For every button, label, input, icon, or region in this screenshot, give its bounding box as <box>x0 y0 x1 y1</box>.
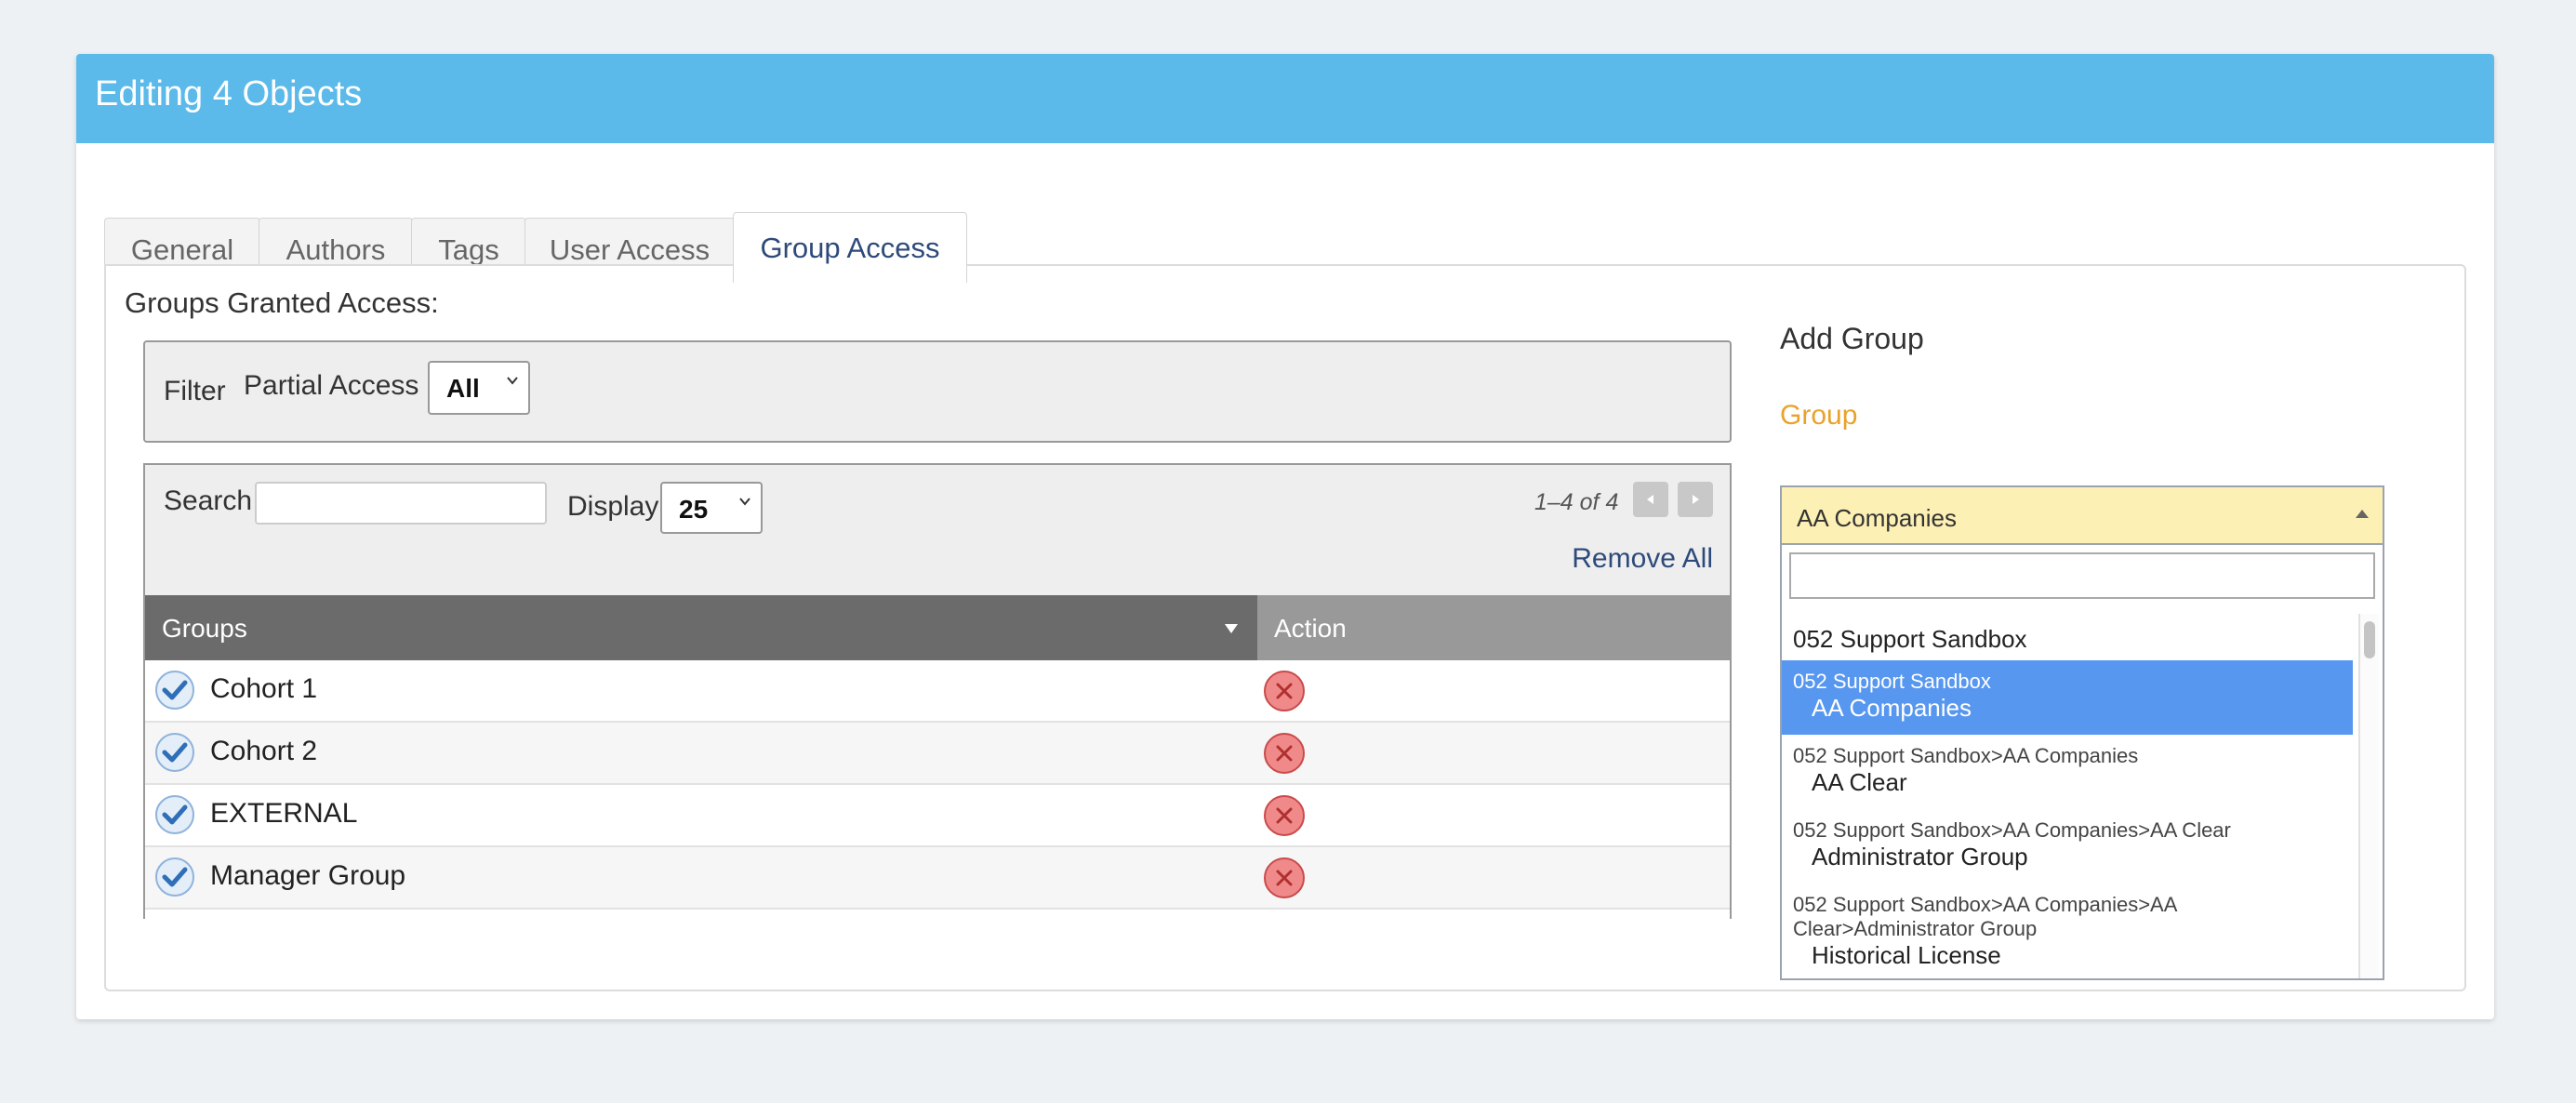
panel-title: Editing 4 Objects <box>95 74 363 113</box>
check-circle-icon <box>155 795 194 834</box>
group-option[interactable]: 052 Support Sandbox AA Companies <box>1782 660 2353 735</box>
search-input[interactable] <box>255 482 547 525</box>
remove-circle-icon[interactable] <box>1263 857 1306 899</box>
remove-circle-icon[interactable] <box>1263 794 1306 837</box>
group-option[interactable]: 052 Support Sandbox <box>1782 614 2353 666</box>
action-column-label: Action <box>1274 614 1347 643</box>
grid-header: Groups Action <box>145 595 1730 660</box>
display-select[interactable]: 25 <box>660 482 763 534</box>
group-options-list: 052 Support Sandbox 052 Support Sandbox … <box>1782 614 2353 978</box>
partial-access-select[interactable]: All <box>428 361 530 415</box>
remove-circle-icon[interactable] <box>1263 732 1306 775</box>
group-option-path: 052 Support Sandbox>AA Companies <box>1793 744 2139 767</box>
group-option-path: 052 Support Sandbox>AA Companies>AA Clea… <box>1793 818 2231 842</box>
table-row: Manager Group <box>145 847 1730 910</box>
chevron-down-icon <box>739 498 750 506</box>
options-scrollbar[interactable] <box>2358 614 2379 978</box>
group-field-label: Group <box>1780 400 1858 431</box>
panel-header: Editing 4 Objects <box>76 54 2494 143</box>
triangle-left-icon <box>1647 495 1653 504</box>
display-value: 25 <box>679 495 709 524</box>
action-column-header: Action <box>1257 595 1730 660</box>
group-combobox-value: AA Companies <box>1797 504 1957 532</box>
display-label: Display <box>567 491 659 522</box>
group-name: Manager Group <box>210 860 406 891</box>
groups-column-header[interactable]: Groups <box>145 595 1257 660</box>
pager-prev-button[interactable] <box>1633 482 1668 517</box>
remove-all-link[interactable]: Remove All <box>1572 543 1713 575</box>
groups-column-label: Groups <box>162 614 247 643</box>
partial-access-label: Partial Access <box>244 370 419 401</box>
group-search-input[interactable] <box>1789 552 2375 599</box>
group-option-path-line: 052 Support Sandbox>AA Companies>AA <box>1793 893 2178 916</box>
group-access-content: Groups Granted Access: Filter Partial Ac… <box>104 264 2466 991</box>
group-combobox-toggle[interactable]: AA Companies <box>1782 487 2383 545</box>
grid-toolbar: Search Display 25 1–4 of 4 Remove All <box>145 465 1730 595</box>
check-circle-icon <box>155 733 194 772</box>
group-option-name: 052 Support Sandbox <box>1793 625 2027 653</box>
group-option[interactable]: 052 Support Sandbox>AA Companies>AA Clea… <box>1782 809 2353 884</box>
scrollbar-thumb[interactable] <box>2364 621 2375 658</box>
group-option-name: AA Clear <box>1812 768 1907 796</box>
add-group-title: Add Group <box>1780 322 1924 355</box>
filter-box: Filter Partial Access All <box>143 340 1732 443</box>
search-label: Search <box>164 485 253 516</box>
check-circle-icon <box>155 857 194 897</box>
group-name: Cohort 1 <box>210 673 318 704</box>
table-row: Cohort 1 <box>145 660 1730 723</box>
caret-up-icon <box>2356 510 2369 518</box>
table-row: Cohort 2 <box>145 723 1730 785</box>
group-combobox: AA Companies 052 Support Sandbox 052 Sup… <box>1780 485 2384 980</box>
group-option[interactable]: 052 Support Sandbox>AA Companies AA Clea… <box>1782 735 2353 809</box>
group-name: EXTERNAL <box>210 798 358 829</box>
check-circle-icon <box>155 671 194 710</box>
group-option-name: AA Companies <box>1812 694 1972 722</box>
sort-down-icon <box>1225 624 1238 633</box>
group-option-path: 052 Support Sandbox <box>1793 670 1991 693</box>
granted-title: Groups Granted Access: <box>125 286 439 319</box>
filter-label: Filter <box>164 376 226 406</box>
editor-panel: Editing 4 Objects General Authors Tags U… <box>76 54 2494 1019</box>
groups-grid: Search Display 25 1–4 of 4 Remove All Gr… <box>143 463 1732 919</box>
group-option-name: Historical License <box>1812 941 2001 969</box>
pager-text: 1–4 of 4 <box>1534 489 1619 515</box>
group-option-path-line: Clear>Administrator Group <box>1793 917 2038 940</box>
triangle-right-icon <box>1693 495 1699 504</box>
group-name: Cohort 2 <box>210 736 318 766</box>
remove-circle-icon[interactable] <box>1263 670 1306 712</box>
pager-next-button[interactable] <box>1678 482 1713 517</box>
table-row: EXTERNAL <box>145 785 1730 847</box>
chevron-down-icon <box>507 377 518 385</box>
group-option[interactable]: 052 Support Sandbox>AA Companies>AA Clea… <box>1782 884 2353 978</box>
group-option-name: Administrator Group <box>1812 843 2028 870</box>
tab-group-access[interactable]: Group Access <box>733 212 967 283</box>
partial-access-value: All <box>446 374 480 403</box>
